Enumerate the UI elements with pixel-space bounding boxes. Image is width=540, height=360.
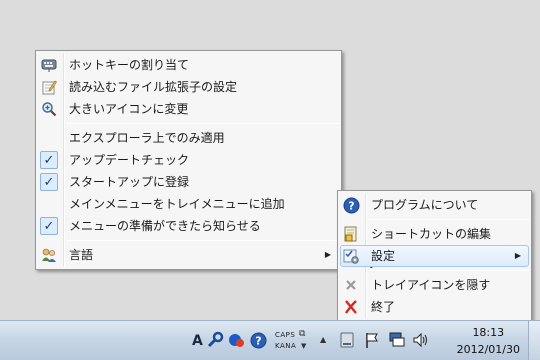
hide-icon <box>342 276 360 294</box>
menu-item-label: プログラムについて <box>371 198 479 212</box>
tray-item-exit[interactable]: 終了 <box>338 296 531 318</box>
menu-item-large-icons[interactable]: 大きいアイコンに変更 <box>36 98 341 120</box>
exit-icon <box>342 298 360 316</box>
menu-item-label: 設定 <box>371 249 396 263</box>
help-icon[interactable]: ? <box>250 332 267 349</box>
svg-text:?: ? <box>348 199 354 212</box>
ime-mode-indicator[interactable]: A <box>192 333 203 349</box>
action-center-flag-icon[interactable] <box>364 331 380 349</box>
keyboard-icon <box>40 56 58 74</box>
network-icon[interactable] <box>388 331 406 349</box>
menu-item-explorer-only[interactable]: エクスプローラ上でのみ適用 <box>36 127 341 149</box>
checkmark-icon: ✓ <box>40 151 58 169</box>
clock[interactable]: 18:13 2012/01/30 <box>457 324 520 358</box>
menu-item-label: 言語 <box>69 248 94 262</box>
menu-item-label: アップデートチェック <box>69 153 190 167</box>
ime-toolbar-icon[interactable] <box>228 332 246 350</box>
menu-item-add-to-tray-menu[interactable]: メインメニューをトレイメニューに追加 <box>36 193 341 215</box>
menu-separator <box>368 270 529 271</box>
menu-item-update-check[interactable]: ✓ アップデートチェック <box>36 149 341 171</box>
menu-item-label: 読み込むファイル拡張子の設定 <box>69 80 238 94</box>
menu-item-label: メインメニューをトレイメニューに追加 <box>69 197 285 211</box>
tray-menu: ? プログラムについて ショートカットの編集 設定 ▶ トレイアイコンを隠す 終… <box>337 190 532 322</box>
show-hidden-icons-button[interactable]: ▲ <box>320 335 326 344</box>
tray-item-about[interactable]: ? プログラムについて <box>338 194 531 216</box>
language-people-icon <box>40 246 58 264</box>
menu-item-file-extensions[interactable]: 読み込むファイル拡張子の設定 <box>36 76 341 98</box>
submenu-arrow-icon: ▶ <box>324 250 331 259</box>
wrench-icon[interactable] <box>206 331 224 349</box>
tray-item-edit-shortcuts[interactable]: ショートカットの編集 <box>338 223 531 245</box>
menu-separator <box>66 240 339 241</box>
menu-item-hotkey[interactable]: ホットキーの割り当て <box>36 54 341 76</box>
drive-icon[interactable] <box>340 331 354 349</box>
clock-date: 2012/01/30 <box>456 343 520 356</box>
menu-item-label: エクスプローラ上でのみ適用 <box>69 131 225 145</box>
context-menu: ホットキーの割り当て 読み込むファイル拡張子の設定 大きいアイコンに変更 エクス… <box>35 50 342 270</box>
checkmark-icon: ✓ <box>40 173 58 191</box>
svg-text:?: ? <box>255 335 261 348</box>
caps-indicator[interactable]: CAPS <box>275 331 295 339</box>
ime-options-icon[interactable]: ⧉ <box>299 329 305 339</box>
menu-item-notify-ready[interactable]: ✓ メニューの準備ができたら知らせる <box>36 215 341 237</box>
help-icon: ? <box>342 196 360 214</box>
submenu-arrow-icon: ▶ <box>514 251 521 260</box>
menu-separator <box>66 123 339 124</box>
clock-time: 18:13 <box>472 326 505 339</box>
edit-note-icon <box>40 78 58 96</box>
menu-item-label: 終了 <box>371 300 396 314</box>
menu-item-label: ホットキーの割り当て <box>69 58 190 72</box>
kana-indicator[interactable]: KANA <box>275 342 296 350</box>
show-desktop-button[interactable] <box>528 321 540 360</box>
ime-dropdown-icon[interactable]: ▼ <box>301 342 306 350</box>
menu-item-startup[interactable]: ✓ スタートアップに登録 <box>36 171 341 193</box>
tray-item-hide-icon[interactable]: トレイアイコンを隠す <box>338 274 531 296</box>
menu-item-label: メニューの準備ができたら知らせる <box>69 219 261 233</box>
settings-icon <box>342 247 360 265</box>
checkmark-icon: ✓ <box>40 217 58 235</box>
tray-item-settings[interactable]: 設定 ▶ <box>338 245 531 267</box>
shortcut-edit-icon <box>342 225 360 243</box>
magnifier-icon <box>40 100 58 118</box>
menu-item-label: トレイアイコンを隠す <box>371 278 491 292</box>
menu-item-label: スタートアップに登録 <box>69 175 190 189</box>
taskbar: A ? CAPS KANA ⧉ ▼ ▲ 18:13 2012/01/30 <box>0 320 540 360</box>
volume-icon[interactable] <box>412 331 430 349</box>
menu-item-label: ショートカットの編集 <box>371 227 492 241</box>
menu-separator <box>368 219 529 220</box>
menu-item-label: 大きいアイコンに変更 <box>69 102 189 116</box>
menu-item-language[interactable]: 言語 ▶ <box>36 244 341 266</box>
